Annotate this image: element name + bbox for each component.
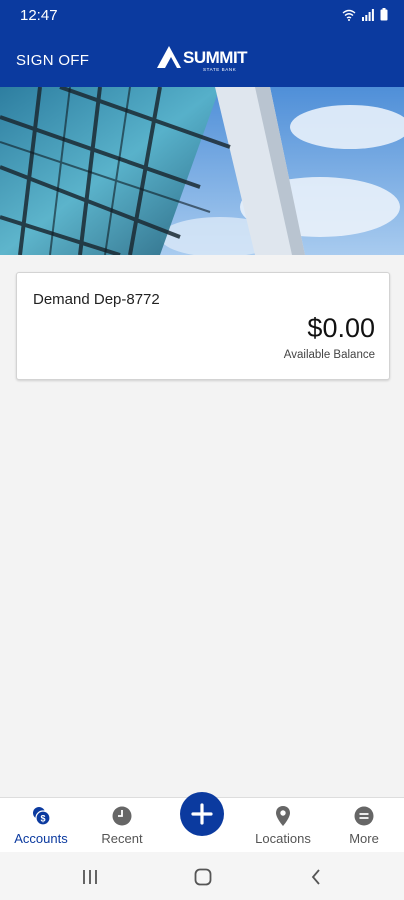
more-icon <box>354 806 374 826</box>
location-pin-icon <box>276 806 290 826</box>
add-button[interactable] <box>180 792 224 836</box>
nav-more-label: More <box>349 831 379 846</box>
nav-accounts-label: Accounts <box>14 831 68 846</box>
home-icon[interactable] <box>194 868 212 886</box>
clock-icon <box>112 806 132 826</box>
nav-recent-label: Recent <box>101 831 143 846</box>
status-icons <box>342 8 388 21</box>
battery-icon <box>380 8 388 21</box>
status-bar: 12:47 <box>0 0 404 32</box>
status-time: 12:47 <box>20 7 58 24</box>
plus-icon <box>191 803 213 825</box>
svg-text:SUMMIT: SUMMIT <box>183 48 248 67</box>
summit-logo: SUMMIT STATE BANK <box>157 44 249 74</box>
hero-building-image <box>0 87 404 255</box>
account-balance: $0.00 <box>307 313 375 343</box>
nav-accounts[interactable]: $ Accounts <box>6 798 76 853</box>
nav-recent[interactable]: Recent <box>87 798 157 853</box>
nav-more[interactable]: More <box>334 798 394 853</box>
recents-icon[interactable] <box>81 869 99 885</box>
svg-text:$: $ <box>40 814 45 824</box>
account-name: Demand Dep-8772 <box>33 291 160 308</box>
app-header: SIGN OFF SUMMIT STATE BANK <box>0 32 404 87</box>
svg-text:STATE BANK: STATE BANK <box>203 67 236 72</box>
bottom-nav: $ Accounts Recent Locations More <box>0 792 404 853</box>
account-card[interactable]: Demand Dep-8772 $0.00 Available Balance <box>16 272 390 380</box>
wifi-icon <box>342 9 356 21</box>
nav-locations[interactable]: Locations <box>248 798 318 853</box>
signal-icon <box>362 8 374 21</box>
nav-locations-label: Locations <box>255 831 311 846</box>
available-balance-label: Available Balance <box>283 349 375 361</box>
back-icon[interactable] <box>310 868 322 886</box>
system-nav-bar <box>0 852 404 900</box>
sign-off-button[interactable]: SIGN OFF <box>16 52 89 69</box>
accounts-icon: $ <box>33 807 51 826</box>
